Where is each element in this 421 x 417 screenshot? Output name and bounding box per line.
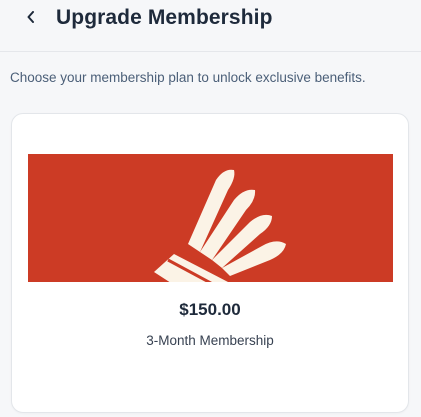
intro-text: Choose your membership plan to unlock ex… xyxy=(10,70,366,85)
plan-banner xyxy=(28,154,393,282)
plan-card[interactable]: $150.00 3-Month Membership xyxy=(11,113,409,413)
back-button[interactable] xyxy=(22,10,40,28)
chevron-left-icon xyxy=(26,10,36,28)
page-title: Upgrade Membership xyxy=(56,6,273,29)
plan-price: $150.00 xyxy=(179,300,241,319)
plan-name: 3-Month Membership xyxy=(146,333,274,348)
app-header: Upgrade Membership xyxy=(0,0,421,52)
